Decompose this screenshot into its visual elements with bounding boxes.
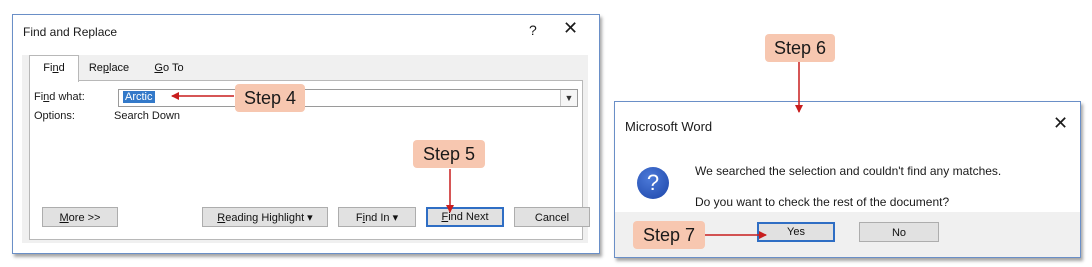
find-what-value: Arctic <box>123 91 155 103</box>
callout-step4: Step 4 <box>235 84 305 112</box>
find-next-button[interactable]: Find Next <box>426 207 504 227</box>
help-button[interactable]: ? <box>529 22 537 38</box>
reading-highlight-button[interactable]: Reading Highlight ▾ <box>202 207 328 227</box>
more-button[interactable]: More >> <box>42 207 118 227</box>
message-line-2: Do you want to check the rest of the doc… <box>695 195 950 209</box>
question-icon: ? <box>637 167 669 199</box>
tab-find[interactable]: Find <box>29 55 79 82</box>
close-icon[interactable]: ✕ <box>563 18 578 39</box>
no-button[interactable]: No <box>859 222 939 242</box>
tab-replace[interactable]: Replace <box>81 57 137 79</box>
options-label: Options: <box>34 110 75 122</box>
callout-step6: Step 6 <box>765 34 835 62</box>
callout-step7: Step 7 <box>633 221 705 249</box>
find-what-input[interactable]: Arctic ▼ <box>118 89 578 107</box>
find-what-label: Find what: <box>34 91 85 103</box>
cancel-button[interactable]: Cancel <box>514 207 590 227</box>
chevron-down-icon[interactable]: ▼ <box>560 90 577 106</box>
message-box-title: Microsoft Word <box>625 119 713 134</box>
yes-button[interactable]: Yes <box>757 222 835 242</box>
find-in-button[interactable]: Find In ▾ <box>338 207 416 227</box>
close-icon[interactable]: ✕ <box>1053 113 1068 134</box>
find-panel: Find what: Arctic ▼ Options: Search Down… <box>29 80 590 240</box>
callout-step5: Step 5 <box>413 140 485 168</box>
dialog-title: Find and Replace <box>23 25 118 39</box>
options-value: Search Down <box>114 110 181 122</box>
tab-goto[interactable]: Go To <box>141 57 197 79</box>
dialog-body: Find Replace Go To Find what: Arctic ▼ O… <box>22 55 590 243</box>
message-line-1: We searched the selection and couldn't f… <box>695 164 1002 178</box>
find-replace-dialog: Find and Replace ? ✕ Find Replace Go To … <box>12 14 600 254</box>
